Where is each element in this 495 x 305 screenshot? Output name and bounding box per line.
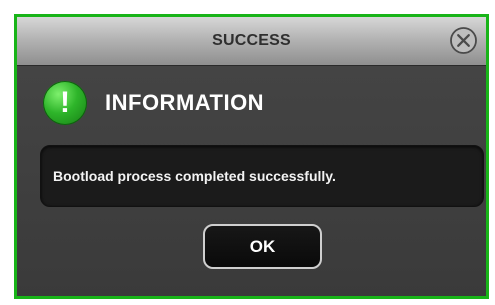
dialog-message: Bootload process completed successfully. [53, 168, 336, 184]
close-button[interactable] [449, 26, 478, 55]
close-icon [450, 27, 477, 54]
dialog-titlebar: SUCCESS [17, 17, 486, 66]
dialog-content: ! INFORMATION Bootload process completed… [17, 66, 486, 296]
ok-button[interactable]: OK [203, 224, 322, 269]
message-box: Bootload process completed successfully. [40, 145, 484, 207]
exclamation-mark: ! [60, 86, 70, 119]
success-dialog: SUCCESS ! INFORMATION Bootload process c… [14, 14, 489, 299]
exclamation-icon: ! [43, 81, 87, 125]
dialog-heading: INFORMATION [105, 90, 265, 115]
heading-row: ! INFORMATION [43, 80, 264, 126]
dialog-title: SUCCESS [212, 32, 291, 49]
